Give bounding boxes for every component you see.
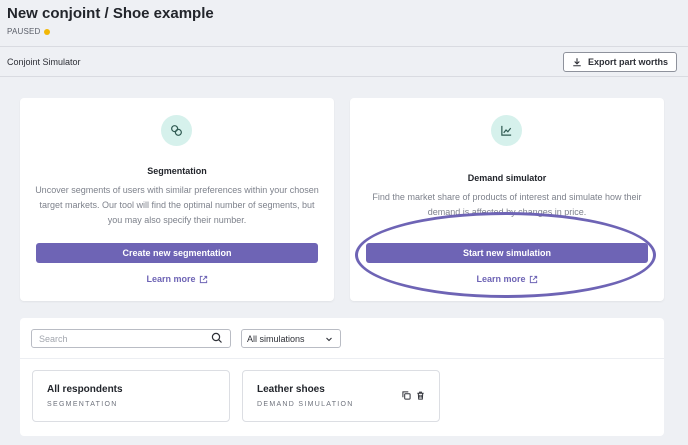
export-part-worths-button[interactable]: Export part worths	[563, 52, 677, 72]
simulations-panel: All simulations All respondents SEGMENTA…	[20, 318, 664, 436]
chart-trend-icon-badge	[491, 115, 522, 146]
trash-icon[interactable]	[416, 391, 425, 400]
status-badge: PAUSED	[7, 27, 50, 36]
status-label: PAUSED	[7, 27, 41, 36]
status-dot-icon	[43, 28, 50, 35]
simulation-name: All respondents	[47, 384, 123, 395]
page-header: New conjoint / Shoe example PAUSED	[0, 0, 688, 47]
learn-more-label: Learn more	[146, 274, 196, 284]
chevron-down-icon	[326, 337, 332, 341]
start-new-simulation-button[interactable]: Start new simulation	[366, 243, 648, 263]
page-title: New conjoint / Shoe example	[7, 5, 214, 22]
simulation-type: DEMAND SIMULATION	[257, 401, 354, 408]
segments-icon-badge	[161, 115, 192, 146]
toolbar: Conjoint Simulator Export part worths	[0, 47, 688, 77]
simulation-card[interactable]: All respondents SEGMENTATION	[32, 370, 230, 422]
learn-more-label: Learn more	[476, 274, 526, 284]
external-link-icon	[529, 275, 537, 283]
simulation-name: Leather shoes	[257, 384, 325, 395]
segmentation-title: Segmentation	[147, 166, 207, 176]
demand-simulator-title: Demand simulator	[467, 173, 547, 183]
segments-icon	[171, 125, 182, 136]
segmentation-card: Segmentation Uncover segments of users w…	[20, 98, 334, 301]
select-value: All simulations	[247, 333, 305, 344]
simulation-actions	[402, 391, 425, 400]
chart-trend-icon	[501, 125, 512, 136]
create-new-segmentation-button[interactable]: Create new segmentation	[36, 243, 318, 263]
demand-learn-more-link[interactable]: Learn more	[350, 274, 664, 284]
export-button-label: Export part worths	[587, 57, 668, 67]
section-label: Conjoint Simulator	[7, 57, 81, 67]
search-icon[interactable]	[211, 332, 223, 344]
segmentation-description: Uncover segments of users with similar p…	[35, 185, 319, 225]
demand-simulator-card: Demand simulator Find the market share o…	[350, 98, 664, 301]
download-icon	[573, 58, 581, 67]
copy-icon[interactable]	[402, 391, 411, 400]
external-link-icon	[199, 275, 207, 283]
simulation-type: SEGMENTATION	[47, 401, 118, 408]
panel-divider	[20, 358, 664, 359]
simulation-filter-select[interactable]: All simulations	[241, 329, 341, 348]
search-input[interactable]	[31, 329, 231, 348]
simulation-card[interactable]: Leather shoes DEMAND SIMULATION	[242, 370, 440, 422]
segmentation-learn-more-link[interactable]: Learn more	[20, 274, 334, 284]
demand-simulator-description: Find the market share of products of int…	[372, 192, 642, 217]
